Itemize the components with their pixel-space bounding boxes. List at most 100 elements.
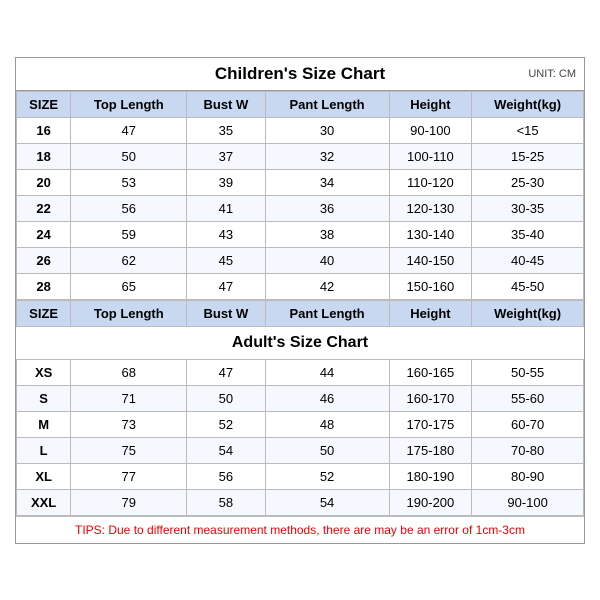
table-cell: 190-200 [389, 489, 472, 515]
table-cell: 60-70 [472, 411, 584, 437]
table-cell: 52 [187, 411, 265, 437]
table-cell: 90-100 [472, 489, 584, 515]
table-cell: 52 [265, 463, 389, 489]
tips-text: TIPS: Due to different measurement metho… [75, 523, 525, 537]
table-cell: 28 [17, 273, 71, 299]
table-cell: 80-90 [472, 463, 584, 489]
table-row: 28654742150-16045-50 [17, 273, 584, 299]
children-col-pant-length: Pant Length [265, 91, 389, 117]
adults-section-title-body: Adult's Size Chart [17, 326, 584, 359]
table-cell: 47 [187, 273, 265, 299]
adults-col-weight: Weight(kg) [472, 300, 584, 326]
table-cell: 59 [71, 221, 187, 247]
table-cell: XXL [17, 489, 71, 515]
table-cell: 40-45 [472, 247, 584, 273]
table-cell: 44 [265, 359, 389, 385]
table-row: L755450175-18070-80 [17, 437, 584, 463]
table-row: XL775652180-19080-90 [17, 463, 584, 489]
table-cell: 22 [17, 195, 71, 221]
table-cell: 71 [71, 385, 187, 411]
children-col-weight: Weight(kg) [472, 91, 584, 117]
table-cell: 20 [17, 169, 71, 195]
children-header-row: SIZE Top Length Bust W Pant Length Heigh… [17, 91, 584, 117]
adults-col-pant-length: Pant Length [265, 300, 389, 326]
adults-col-top-length: Top Length [71, 300, 187, 326]
children-title-row: Children's Size Chart UNIT: CM [16, 58, 584, 91]
table-row: S715046160-17055-60 [17, 385, 584, 411]
table-cell: 47 [71, 117, 187, 143]
adults-table-body: XS684744160-16550-55S715046160-17055-60M… [17, 359, 584, 515]
table-cell: 30-35 [472, 195, 584, 221]
table-row: XXL795854190-20090-100 [17, 489, 584, 515]
table-cell: 75 [71, 437, 187, 463]
table-row: 24594338130-14035-40 [17, 221, 584, 247]
table-cell: 30 [265, 117, 389, 143]
tips-row: TIPS: Due to different measurement metho… [16, 516, 584, 543]
table-cell: 65 [71, 273, 187, 299]
table-row: 26624540140-15040-45 [17, 247, 584, 273]
table-cell: 54 [265, 489, 389, 515]
table-cell: 15-25 [472, 143, 584, 169]
table-cell: 58 [187, 489, 265, 515]
table-cell: 46 [265, 385, 389, 411]
table-cell: 16 [17, 117, 71, 143]
table-cell: M [17, 411, 71, 437]
table-cell: 41 [187, 195, 265, 221]
adults-title-row: Adult's Size Chart [17, 326, 584, 359]
table-cell: 35 [187, 117, 265, 143]
table-cell: 47 [187, 359, 265, 385]
table-cell: 73 [71, 411, 187, 437]
table-cell: 120-130 [389, 195, 472, 221]
table-cell: 32 [265, 143, 389, 169]
adults-section-table: Adult's Size Chart SIZE Top Length Bust … [16, 300, 584, 516]
adults-col-height: Height [389, 300, 472, 326]
table-cell: XS [17, 359, 71, 385]
table-cell: 26 [17, 247, 71, 273]
table-cell: 36 [265, 195, 389, 221]
table-cell: 100-110 [389, 143, 472, 169]
table-row: 1647353090-100<15 [17, 117, 584, 143]
table-cell: 180-190 [389, 463, 472, 489]
table-cell: 34 [265, 169, 389, 195]
adults-col-bust-w: Bust W [187, 300, 265, 326]
table-cell: XL [17, 463, 71, 489]
table-cell: 175-180 [389, 437, 472, 463]
table-cell: 18 [17, 143, 71, 169]
table-cell: 77 [71, 463, 187, 489]
table-cell: 45 [187, 247, 265, 273]
children-col-bust-w: Bust W [187, 91, 265, 117]
table-cell: 56 [71, 195, 187, 221]
table-cell: 110-120 [389, 169, 472, 195]
table-cell: 35-40 [472, 221, 584, 247]
table-cell: 90-100 [389, 117, 472, 143]
adults-header-row: SIZE Top Length Bust W Pant Length Heigh… [17, 300, 584, 326]
children-col-size: SIZE [17, 91, 71, 117]
table-cell: 50 [265, 437, 389, 463]
adults-col-size: SIZE [17, 300, 71, 326]
table-cell: 70-80 [472, 437, 584, 463]
children-table-header: SIZE Top Length Bust W Pant Length Heigh… [17, 91, 584, 117]
table-cell: 150-160 [389, 273, 472, 299]
adults-chart-title: Adult's Size Chart [17, 326, 584, 359]
table-row: M735248170-17560-70 [17, 411, 584, 437]
table-cell: 53 [71, 169, 187, 195]
children-chart-title: Children's Size Chart [215, 64, 385, 84]
size-chart-container: Children's Size Chart UNIT: CM SIZE Top … [15, 57, 585, 544]
children-col-top-length: Top Length [71, 91, 187, 117]
table-cell: 50-55 [472, 359, 584, 385]
table-cell: 140-150 [389, 247, 472, 273]
unit-label: UNIT: CM [528, 68, 576, 80]
table-cell: 25-30 [472, 169, 584, 195]
children-table-body: 1647353090-100<1518503732100-11015-25205… [17, 117, 584, 299]
table-cell: 50 [187, 385, 265, 411]
table-cell: 62 [71, 247, 187, 273]
table-cell: 68 [71, 359, 187, 385]
table-cell: 79 [71, 489, 187, 515]
table-cell: 38 [265, 221, 389, 247]
table-cell: 24 [17, 221, 71, 247]
table-cell: 45-50 [472, 273, 584, 299]
adults-table-header: SIZE Top Length Bust W Pant Length Heigh… [17, 300, 584, 326]
table-cell: 170-175 [389, 411, 472, 437]
table-row: 18503732100-11015-25 [17, 143, 584, 169]
table-cell: 42 [265, 273, 389, 299]
